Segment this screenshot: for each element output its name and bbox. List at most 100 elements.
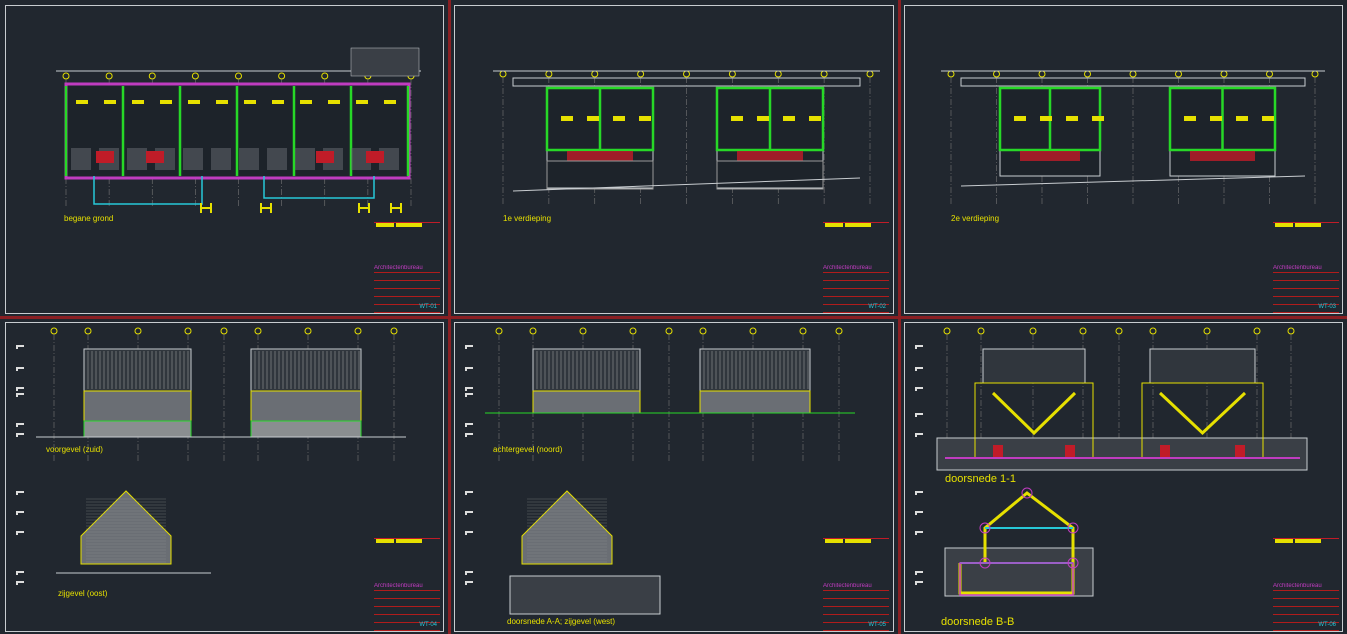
stair bbox=[1190, 151, 1255, 161]
section-marker bbox=[390, 203, 402, 213]
section-marker bbox=[1235, 445, 1245, 457]
grid-bubble bbox=[321, 72, 329, 80]
sheet-code: WT-05 bbox=[868, 622, 886, 628]
grid-bubble bbox=[62, 72, 70, 80]
sheet-2e-verdieping[interactable]: 2e verdieping Architectenbureau WT-03 bbox=[904, 5, 1343, 314]
room-tag bbox=[783, 116, 795, 121]
room-tag bbox=[1014, 116, 1026, 121]
grid-bubble bbox=[1129, 70, 1137, 78]
title-block: Architectenbureau WT-05 bbox=[823, 583, 889, 631]
sheet-gevels-zuid-oost[interactable]: voorgevel (zuid) zijgevel (oost) Archite… bbox=[5, 322, 444, 632]
room-tag bbox=[1066, 116, 1078, 121]
foundation bbox=[936, 437, 1308, 471]
grid-bubble bbox=[1220, 70, 1228, 78]
grid-bubble bbox=[278, 72, 286, 80]
grid-bubble bbox=[1149, 327, 1157, 335]
room-tag bbox=[104, 100, 116, 104]
level-tag bbox=[16, 581, 24, 585]
level-tag bbox=[465, 433, 473, 437]
level-tag bbox=[16, 345, 24, 349]
room-tag bbox=[216, 100, 228, 104]
roof-panels bbox=[250, 348, 362, 392]
scale-legend bbox=[374, 222, 440, 233]
plinth bbox=[83, 420, 192, 438]
level-tag bbox=[465, 423, 473, 427]
sheet-begane-grond[interactable]: begane grond Architectenbureau WT-01 bbox=[5, 5, 444, 314]
level-tag bbox=[465, 511, 473, 515]
room-tag bbox=[300, 100, 312, 104]
grid-bubble bbox=[148, 72, 156, 80]
section-marker bbox=[260, 203, 272, 213]
level-tag bbox=[915, 367, 923, 371]
stair bbox=[146, 151, 164, 163]
drawing-label: zijgevel (oost) bbox=[58, 589, 108, 598]
grid-bubble bbox=[699, 327, 707, 335]
sheet-gevels-noord-west[interactable]: achtergevel (noord) doorsnede A-A; zijge… bbox=[454, 322, 894, 632]
level-tag bbox=[915, 345, 923, 349]
tile-floor bbox=[183, 148, 203, 170]
section-marker bbox=[358, 203, 370, 213]
office-name: Architectenbureau bbox=[374, 583, 440, 591]
grid-bubble bbox=[665, 327, 673, 335]
grid-bubble bbox=[1266, 70, 1273, 78]
grid-bubble bbox=[390, 327, 398, 335]
level-tag bbox=[915, 387, 923, 391]
stair bbox=[316, 151, 334, 163]
drawing-label: achtergevel (noord) bbox=[493, 445, 563, 454]
drawing-label: doorsnede A-A; zijgevel (west) bbox=[507, 617, 616, 626]
level-tag bbox=[915, 581, 923, 585]
roof-panels bbox=[699, 348, 811, 392]
grid-bubble bbox=[799, 327, 807, 335]
tile-floor bbox=[239, 148, 259, 170]
sheet-code: WT-03 bbox=[1318, 304, 1336, 310]
sheet-code: WT-06 bbox=[1318, 622, 1336, 628]
grid-bubble bbox=[820, 70, 828, 78]
grid-bubble bbox=[191, 72, 199, 80]
grid-bubble bbox=[977, 327, 985, 335]
level-tag bbox=[16, 511, 24, 515]
grid-bubble bbox=[1253, 327, 1261, 335]
stair bbox=[567, 151, 633, 161]
grid-bubble bbox=[683, 70, 690, 78]
room-tag bbox=[561, 116, 573, 121]
room-tag bbox=[132, 100, 144, 104]
sheet-doorsneden[interactable]: doorsnede 1-1 doorsnede B-B Architectenb… bbox=[904, 322, 1343, 632]
stair bbox=[1020, 151, 1080, 161]
level-tag bbox=[915, 413, 923, 417]
room-tag bbox=[272, 100, 284, 104]
level-tag bbox=[915, 511, 923, 515]
level-tag bbox=[465, 581, 473, 585]
facade bbox=[532, 390, 641, 414]
level-tag bbox=[16, 387, 24, 391]
level-tag bbox=[915, 571, 923, 575]
roof-panels bbox=[982, 348, 1086, 384]
title-block: Architectenbureau WT-04 bbox=[374, 583, 440, 631]
title-block: Architectenbureau WT-03 bbox=[1273, 265, 1339, 313]
roof-panels bbox=[1149, 348, 1256, 384]
grid-bubble bbox=[1084, 70, 1091, 78]
room-tag bbox=[356, 100, 368, 104]
grid-bubble bbox=[774, 70, 782, 78]
section-marker bbox=[1160, 445, 1170, 457]
tile-floor bbox=[127, 148, 147, 170]
stair-section bbox=[991, 391, 1077, 436]
sheet-1e-verdieping[interactable]: 1e verdieping Architectenbureau WT-02 bbox=[454, 5, 894, 314]
grid-bubble bbox=[495, 327, 503, 335]
level-tag bbox=[465, 393, 473, 397]
level-tag bbox=[915, 433, 923, 437]
tile-floor bbox=[267, 148, 287, 170]
grid-bubble bbox=[728, 70, 736, 78]
level-tag bbox=[16, 571, 24, 575]
grid-bubble bbox=[1038, 70, 1046, 78]
grid-bubble bbox=[84, 327, 92, 335]
scale-legend bbox=[1273, 222, 1339, 233]
grid-bubble bbox=[499, 70, 507, 78]
room-tag bbox=[188, 100, 200, 104]
drawing-label: 2e verdieping bbox=[951, 214, 1000, 223]
sheet-separator-horizontal bbox=[0, 316, 1347, 319]
grid-bubble bbox=[1311, 70, 1319, 78]
room-tag bbox=[639, 116, 651, 121]
grid-bubble bbox=[1287, 327, 1295, 335]
grid-bubble bbox=[629, 327, 637, 335]
stair-section bbox=[1158, 391, 1247, 436]
